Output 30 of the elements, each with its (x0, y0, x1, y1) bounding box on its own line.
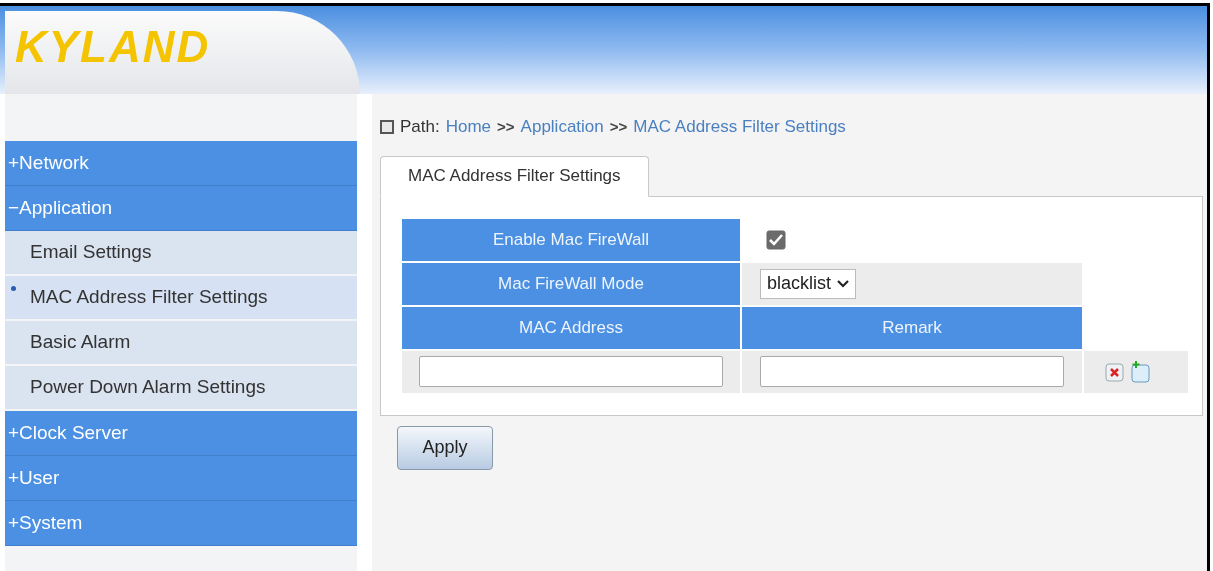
breadcrumb-separator: >> (609, 116, 628, 137)
tab[interactable]: MAC Address Filter Settings (380, 155, 649, 197)
input-field[interactable] (760, 356, 1064, 387)
menu-group[interactable]: +Network (5, 141, 357, 186)
column-header: Remark (742, 306, 1082, 349)
column-header: MAC Address (402, 306, 740, 349)
menu-item[interactable]: Power Down Alarm Settings (5, 366, 357, 411)
delete-icon[interactable] (1105, 361, 1125, 382)
checkbox[interactable] (766, 229, 786, 250)
field-label: Mac FireWall Mode (402, 262, 740, 305)
logo: KYLAND (15, 25, 211, 69)
menu-item[interactable]: Basic Alarm (5, 321, 357, 366)
menu-item[interactable]: MAC Address Filter Settings (5, 276, 357, 321)
field-label: Enable Mac FireWall (402, 218, 740, 261)
add-icon[interactable] (1130, 360, 1152, 383)
breadcrumb-separator: >> (497, 116, 515, 137)
breadcrumb-link[interactable]: MAC Address Filter Settings (633, 114, 846, 140)
menu-group[interactable]: +Clock Server (5, 411, 357, 456)
menu-group[interactable]: −Application (5, 186, 357, 231)
menu-item[interactable]: Email Settings (5, 231, 357, 276)
apply-button[interactable]: Apply (397, 425, 493, 470)
square-icon (380, 119, 394, 134)
input-field[interactable] (419, 356, 723, 387)
breadcrumb-link[interactable]: Application (520, 114, 604, 140)
menu-group[interactable]: +System (5, 501, 357, 546)
menu-group[interactable]: +User (5, 456, 357, 501)
breadcrumb-link[interactable]: Home (445, 114, 492, 140)
mode-dropdown[interactable]: blacklist (760, 268, 857, 299)
caret-icon (837, 279, 850, 288)
path-label: Path: (400, 116, 440, 138)
